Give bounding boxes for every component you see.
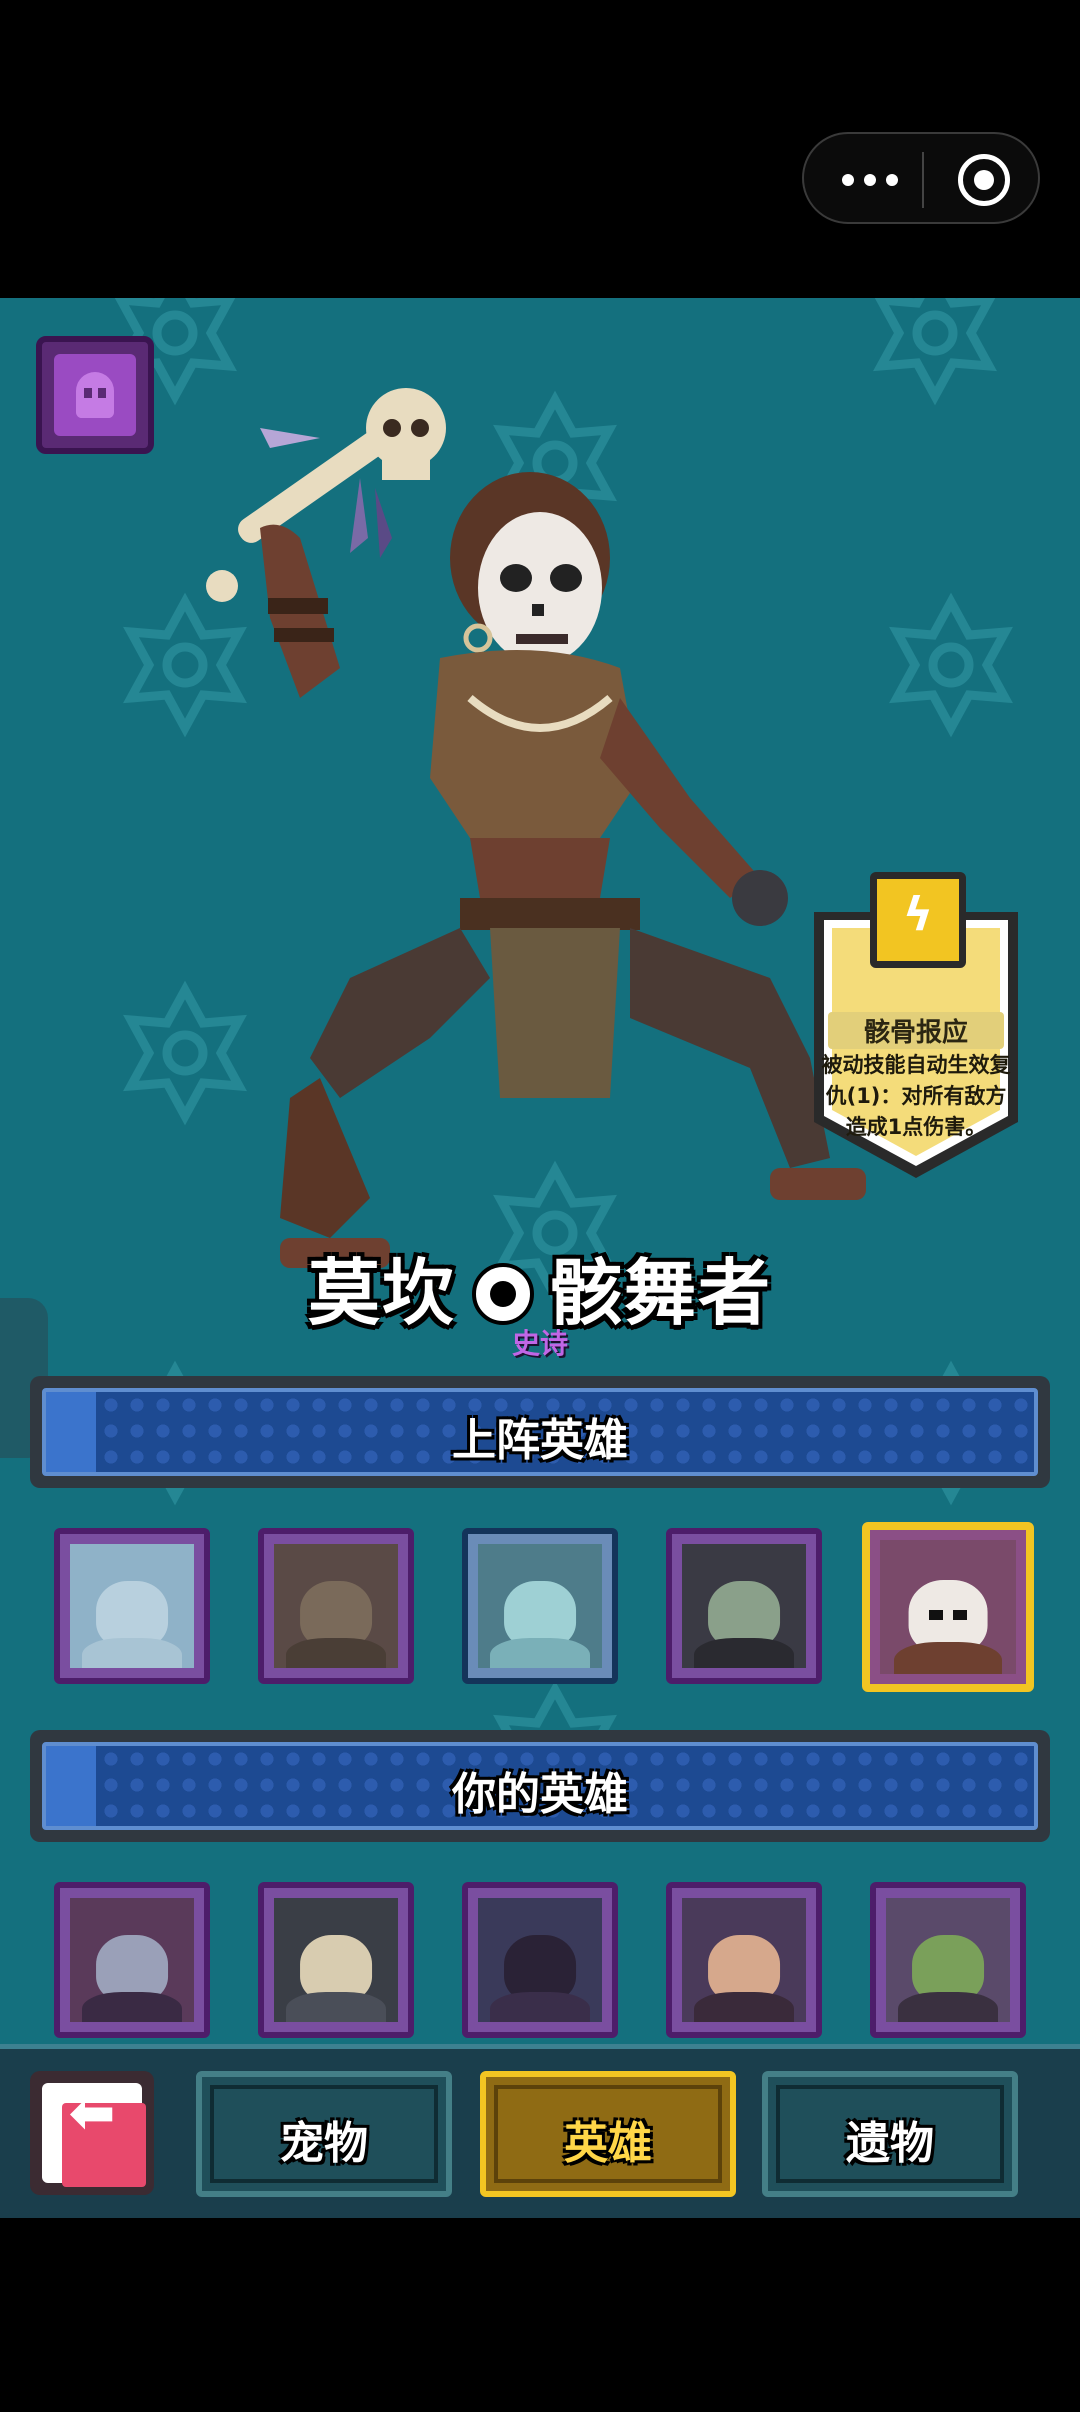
back-button[interactable]: ⬅ [30,2071,154,2195]
tab-heroes[interactable]: 英雄 [480,2071,736,2197]
hero-card-bone-dancer-selected[interactable] [862,1522,1034,1692]
bottom-navigation: ⬅ 宠物 英雄 遗物 [0,2044,1080,2218]
bone-staff [206,388,446,602]
hero-card-dark-haired-woman[interactable] [666,1882,822,2038]
tab-pets-label: 宠物 [280,2118,368,2169]
ghost-icon [76,372,114,418]
capsule-divider [922,152,924,208]
status-area [0,0,1080,298]
separator-dot-icon [472,1263,534,1326]
skill-name: 骸骨报应 [828,1012,1004,1049]
deployed-heroes-title: 上阵英雄 [452,1415,628,1466]
more-dots-icon[interactable] [832,160,922,200]
hero-card-horned-skeleton[interactable] [258,1528,414,1684]
tab-heroes-label: 英雄 [564,2118,652,2169]
tab-relics[interactable]: 遗物 [762,2071,1018,2197]
owned-heroes-title: 你的英雄 [452,1769,628,1820]
miniprogram-capsule [802,132,1040,224]
back-arrow-icon: ⬅ [68,2081,116,2146]
hero-card-skeleton-knight[interactable] [258,1882,414,2038]
skill-banner[interactable]: ϟ 骸骨报应 被动技能自动生效复仇(1)：对所有敌方造成1点伤害。 [804,872,1028,1182]
hero-card-ghost-samurai[interactable] [54,1528,210,1684]
ghost-menu-button[interactable] [36,336,154,454]
hero-card-dark-elf-woman[interactable] [54,1882,210,2038]
hero-card-hooded-wraith[interactable] [462,1882,618,2038]
hero-card-ghost-old-man[interactable] [462,1528,618,1684]
hero-card-green-witch[interactable] [870,1882,1026,2038]
hero-rarity: 史诗 [511,1327,568,1360]
skill-description: 被动技能自动生效复仇(1)：对所有敌方造成1点伤害。 [821,1053,1011,1139]
target-circle-icon[interactable] [958,154,1010,206]
tab-relics-label: 遗物 [846,2118,934,2169]
hero-card-vampire[interactable] [666,1528,822,1684]
hero-screen: ϟ 骸骨报应 被动技能自动生效复仇(1)：对所有敌方造成1点伤害。 莫坎 骸舞者 … [0,298,1080,2218]
tab-pets[interactable]: 宠物 [196,2071,452,2197]
bottom-black-area [0,2218,1080,2412]
deployed-heroes-header: 上阵英雄 [30,1376,1050,1488]
hero-portrait [206,388,866,1268]
lightning-icon: ϟ [870,872,966,968]
owned-heroes-header: 你的英雄 [30,1730,1050,1842]
hero-head [450,472,610,664]
